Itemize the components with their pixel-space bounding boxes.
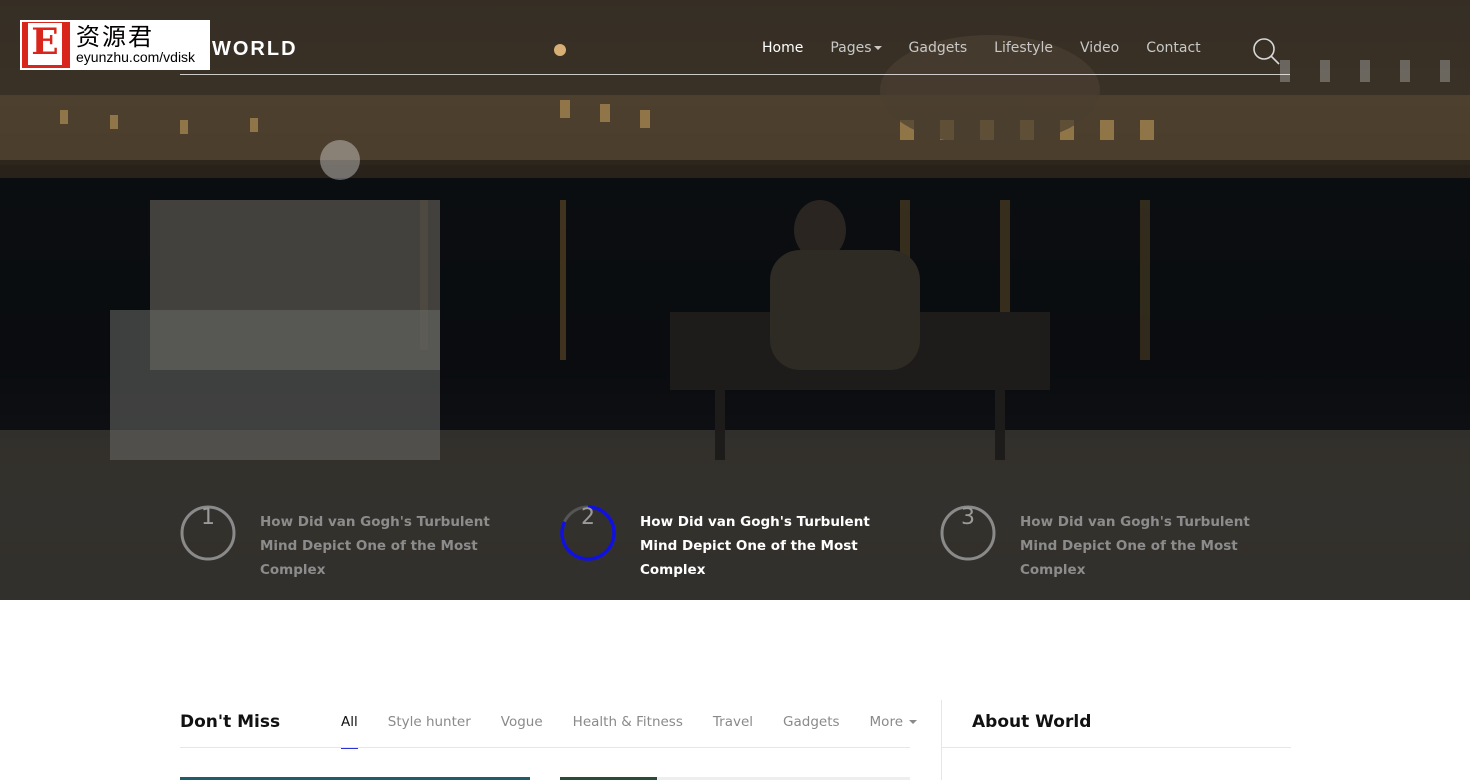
watermark-url-text: eyunzhu.com/vdisk (76, 49, 196, 65)
slider-tab-2[interactable]: 2 How Did van Gogh's Turbulent Mind Depi… (560, 505, 920, 578)
tab-more[interactable]: More (870, 712, 918, 732)
watermark-logo: 资源君 eyunzhu.com/vdisk (20, 20, 210, 70)
watermark-e-icon (22, 21, 70, 68)
slide-title[interactable]: How Did van Gogh's Turbulent Mind Depict… (260, 510, 520, 582)
slide-title[interactable]: How Did van Gogh's Turbulent Mind Depict… (1020, 510, 1280, 582)
slide-number-ring: 3 (940, 505, 996, 561)
tab-more-label: More (869, 714, 903, 730)
dont-miss-divider (180, 747, 910, 748)
slide-number: 1 (201, 505, 215, 530)
chevron-down-icon (873, 46, 882, 50)
watermark-cn-text: 资源君 (76, 23, 154, 51)
tab-vogue[interactable]: Vogue (501, 712, 543, 732)
slide-number: 3 (961, 505, 975, 530)
chevron-down-icon (909, 720, 918, 724)
slider-tab-1[interactable]: 1 How Did van Gogh's Turbulent Mind Depi… (180, 505, 540, 578)
tab-gadgets[interactable]: Gadgets (783, 712, 840, 732)
slide-title[interactable]: How Did van Gogh's Turbulent Mind Depict… (640, 510, 900, 582)
nav-item-contact[interactable]: Contact (1146, 38, 1200, 58)
nav-item-pages[interactable]: Pages (830, 38, 882, 58)
tab-travel[interactable]: Travel (713, 712, 753, 732)
tab-all[interactable]: All (341, 712, 358, 749)
search-button[interactable] (1250, 36, 1282, 68)
nav-item-home[interactable]: Home (762, 38, 803, 58)
tab-health-fitness[interactable]: Health & Fitness (573, 712, 683, 732)
main-nav: Home Pages Gadgets Lifestyle Video Conta… (762, 38, 1228, 58)
nav-item-lifestyle[interactable]: Lifestyle (994, 38, 1053, 58)
site-logo[interactable]: WORLD (212, 38, 298, 61)
slider-tabs: 1 How Did van Gogh's Turbulent Mind Depi… (180, 505, 1290, 578)
header-divider (180, 74, 1290, 75)
category-tabs: All Style hunter Vogue Health & Fitness … (341, 712, 947, 749)
sidebar-divider (941, 700, 942, 780)
search-icon (1253, 38, 1280, 65)
dont-miss-heading: Don't Miss (180, 712, 281, 732)
about-divider (941, 747, 1291, 748)
tab-style-hunter[interactable]: Style hunter (388, 712, 471, 732)
nav-item-gadgets[interactable]: Gadgets (909, 38, 968, 58)
slide-number-ring: 1 (180, 505, 236, 561)
about-heading: About World (972, 712, 1092, 732)
nav-item-pages-label: Pages (830, 40, 872, 56)
nav-item-video[interactable]: Video (1080, 38, 1119, 58)
hero-slider: 资源君 eyunzhu.com/vdisk WORLD Home Pages G… (0, 0, 1470, 600)
slide-number: 2 (581, 505, 595, 530)
slide-number-ring-active: 2 (560, 505, 616, 561)
slider-tab-3[interactable]: 3 How Did van Gogh's Turbulent Mind Depi… (940, 505, 1300, 578)
